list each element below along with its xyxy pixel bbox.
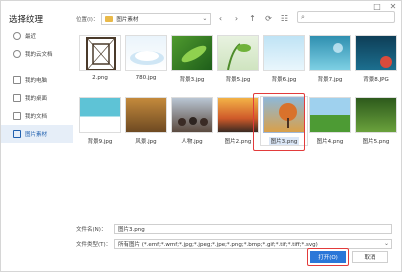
desktop-icon <box>13 94 21 102</box>
sidebar-item-label: 我的桌面 <box>25 96 48 102</box>
thumbnail <box>263 35 305 71</box>
file-tile[interactable]: 2.png <box>77 35 123 81</box>
file-name: 人物.jpg <box>181 139 203 145</box>
file-tile[interactable]: 背景3.jpg <box>169 35 215 83</box>
file-tile[interactable]: 图片4.png <box>307 97 353 145</box>
file-name: 背景6.jpg <box>271 77 297 83</box>
sidebar-item-documents[interactable]: 我的文档 <box>1 107 73 125</box>
file-name: 2.png <box>92 75 108 81</box>
filename-input[interactable]: 图片3.png <box>114 224 392 234</box>
thumbnail <box>125 97 167 133</box>
sidebar-item-desktop[interactable]: 我的桌面 <box>1 89 73 107</box>
file-name: 背景8.JPG <box>363 77 389 83</box>
sidebar: 最近 我的云文档 我的电脑 我的桌面 我的文档 图片素材 <box>1 27 73 143</box>
file-tile[interactable]: 背景8.JPG <box>353 35 399 83</box>
thumbnail <box>79 35 121 71</box>
sidebar-item-image-assets[interactable]: 图片素材 <box>1 125 73 143</box>
thumbnail <box>355 35 397 71</box>
file-tile[interactable]: 图片5.png <box>353 97 399 145</box>
sidebar-item-label: 我的文档 <box>25 114 48 120</box>
path-text: 图片素材 <box>116 17 139 23</box>
location-label: 位置(I)： <box>76 17 99 23</box>
file-tile[interactable]: 780.jpg <box>123 35 169 81</box>
monitor-icon <box>13 76 21 84</box>
filename-label: 文件名(N)： <box>76 227 107 233</box>
thumbnail <box>171 35 213 71</box>
up-button[interactable]: ↑ <box>245 13 259 25</box>
search-icon: ⌕ <box>301 13 305 21</box>
file-tile[interactable]: 背景9.jpg <box>77 97 123 145</box>
refresh-button[interactable]: ⟳ <box>261 13 275 25</box>
file-tile[interactable]: 背景5.jpg <box>215 35 261 83</box>
filetype-value: 所有图片 (*.emf;*.wmf;*.jpg;*.jpeg;*.jpe;*.p… <box>118 242 318 248</box>
file-name: 背景7.jpg <box>317 77 343 83</box>
search-input[interactable]: ⌕ <box>297 11 395 23</box>
file-name: 780.jpg <box>135 75 157 81</box>
file-tile[interactable]: 风景.jpg <box>123 97 169 145</box>
texture-dialog: 选择纹理 □ ✕ 最近 我的云文档 我的电脑 我的桌面 我的文档 图片素材 位置… <box>0 0 402 272</box>
file-name: 风景.jpg <box>135 139 157 145</box>
thumbnail <box>355 97 397 133</box>
thumbnail <box>79 97 121 133</box>
file-name: 背景5.jpg <box>225 77 251 83</box>
filename-value: 图片3.png <box>118 227 145 233</box>
file-name: 图片5.png <box>362 139 390 145</box>
thumbnail <box>171 97 213 133</box>
sidebar-item-label: 最近 <box>25 34 37 40</box>
open-highlight-box <box>307 248 349 266</box>
filetype-label: 文件类型(T)： <box>76 242 112 248</box>
folder-icon <box>105 16 114 22</box>
file-name: 图片4.png <box>316 139 344 145</box>
clock-icon <box>13 32 21 40</box>
sidebar-item-label: 我的云文档 <box>25 52 53 58</box>
selection-highlight-box <box>253 93 305 151</box>
thumbnail <box>217 35 259 71</box>
file-tile[interactable]: 背景6.jpg <box>261 35 307 83</box>
sidebar-item-my-computer[interactable]: 我的电脑 <box>1 71 73 89</box>
file-tile[interactable]: 人物.jpg <box>169 97 215 145</box>
view-mode-button[interactable]: ☷ <box>277 13 291 25</box>
sidebar-item-recent[interactable]: 最近 <box>1 27 73 45</box>
chevron-down-icon[interactable]: ⌄ <box>202 15 207 22</box>
file-name: 背景3.jpg <box>179 77 205 83</box>
dialog-title: 选择纹理 <box>9 15 44 25</box>
thumbnail <box>309 97 351 133</box>
cloud-icon <box>13 50 21 58</box>
sidebar-item-label: 我的电脑 <box>25 78 48 84</box>
thumbnail <box>309 35 351 71</box>
chevron-down-icon: ⌄ <box>383 240 389 247</box>
folder-icon <box>13 130 21 138</box>
document-icon <box>13 112 21 120</box>
file-name: 背景9.jpg <box>87 139 113 145</box>
forward-button[interactable]: › <box>229 13 243 25</box>
file-tile[interactable]: 背景7.jpg <box>307 35 353 83</box>
back-button[interactable]: ‹ <box>213 13 227 25</box>
thumbnail <box>125 35 167 71</box>
location-path[interactable]: 图片素材 ⌄ <box>101 13 212 25</box>
filetype-select[interactable]: 所有图片 (*.emf;*.wmf;*.jpg;*.jpeg;*.jpe;*.p… <box>114 239 392 249</box>
sidebar-item-label: 图片素材 <box>25 132 48 138</box>
sidebar-item-cloud-docs[interactable]: 我的云文档 <box>1 45 73 63</box>
filename-row: 文件名(N)： 图片3.png <box>76 223 392 235</box>
cancel-button[interactable]: 取消 <box>352 251 388 263</box>
file-grid: 2.png 780.jpg 背景3.jpg 背景5.jpg 背景6.jpg 背景… <box>77 35 397 195</box>
